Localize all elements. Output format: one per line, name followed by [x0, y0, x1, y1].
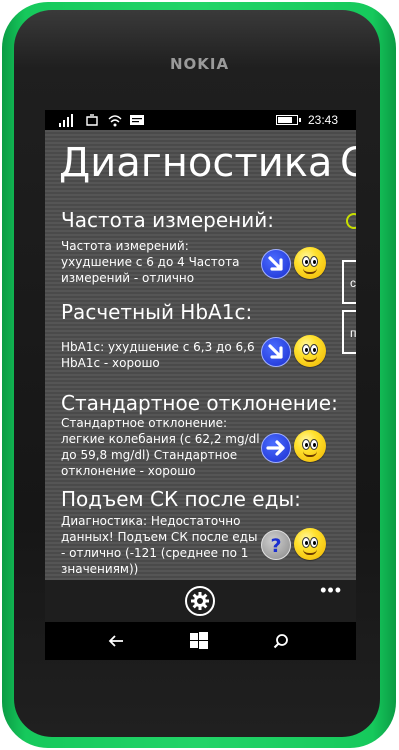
signal-bars-icon — [59, 113, 77, 127]
next-pivot-title[interactable]: С — [340, 140, 356, 186]
section-text-hba1c: HbA1c: ухудшение с 6,3 до 6,6 HbA1c - хо… — [61, 340, 255, 370]
smiley-icon — [294, 430, 326, 462]
arrow-down-right-icon — [261, 249, 291, 279]
section-text-frequency: Частота измерений: ухудшение с 6 до 4 Ча… — [61, 239, 240, 285]
battery-icon — [276, 115, 301, 125]
peek-field-1[interactable]: с — [342, 260, 356, 304]
section-heading-frequency: Частота измерений: — [61, 208, 274, 232]
section-text-postmeal: Диагностика: Недостаточно данных! Подъем… — [61, 514, 258, 576]
app-bar: ••• — [45, 580, 356, 622]
peek-field-2[interactable]: п — [342, 310, 356, 354]
status-bar: 23:43 — [45, 110, 356, 130]
search-icon[interactable] — [270, 630, 292, 652]
section-heading-std-deviation: Стандартное отклонение: — [61, 391, 338, 415]
gear-icon — [191, 592, 209, 610]
back-arrow-icon[interactable] — [105, 630, 127, 652]
app-screen: 23:43 Диагностика С с п Частота измерени… — [45, 110, 356, 580]
message-icon — [129, 113, 145, 127]
windows-start-icon[interactable] — [188, 630, 210, 652]
brand-logo: NOKIA — [169, 55, 230, 73]
peek-radio-button[interactable] — [346, 213, 356, 229]
svg-text:?: ? — [270, 535, 281, 557]
section-heading-hba1c: Расчетный HbA1c: — [61, 300, 253, 324]
settings-button[interactable] — [185, 586, 215, 616]
section-text-std-deviation: Стандартное отклонение: легкие колебания… — [61, 416, 260, 478]
arrow-down-right-icon — [261, 337, 291, 367]
question-icon: ? — [261, 530, 291, 560]
more-menu-button[interactable]: ••• — [320, 580, 342, 601]
section-heading-postmeal: Подъем СК после еды: — [61, 487, 301, 511]
smiley-icon — [294, 247, 326, 279]
nav-bar — [45, 622, 356, 660]
data-sync-icon — [85, 113, 99, 127]
smiley-icon — [294, 528, 326, 560]
page-title: Диагностика — [59, 140, 333, 186]
status-time: 23:43 — [307, 113, 338, 127]
arrow-right-icon — [261, 433, 291, 463]
wifi-icon — [107, 113, 123, 127]
smiley-icon — [294, 335, 326, 367]
